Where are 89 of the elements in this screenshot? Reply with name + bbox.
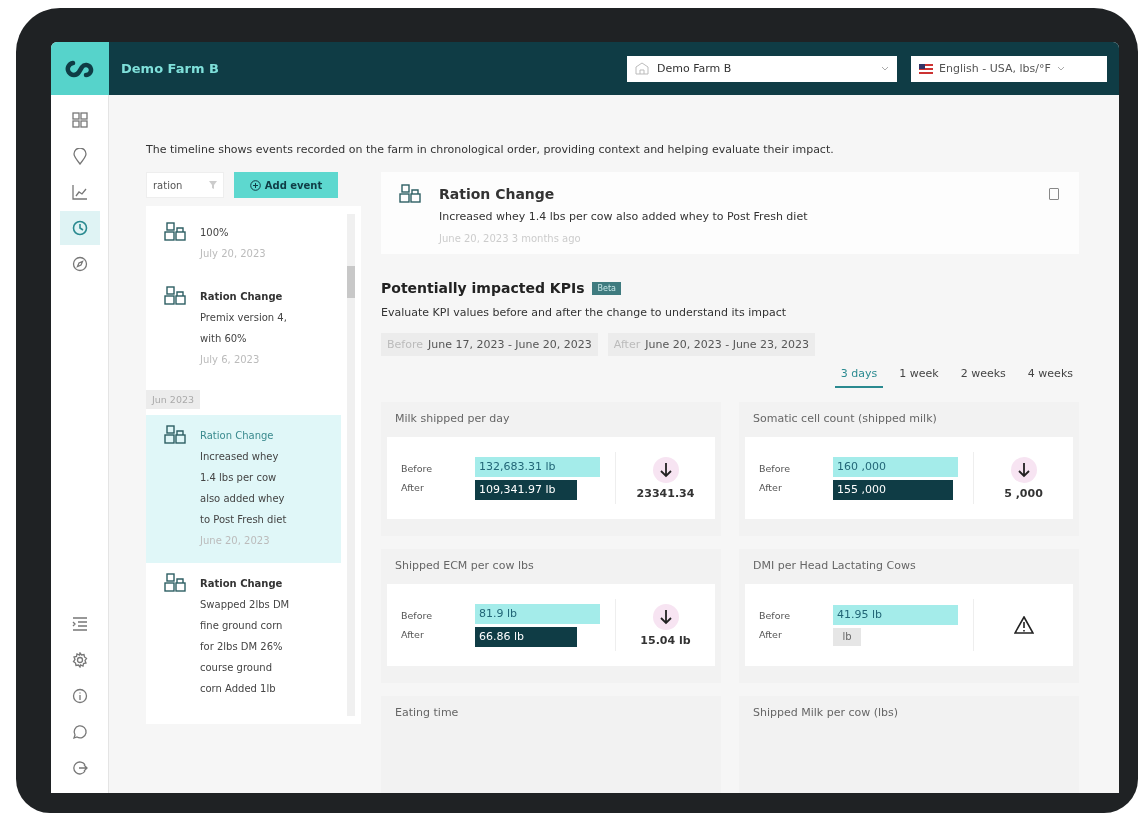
event-text: course ground <box>200 661 273 675</box>
event-text: corn Added 1lb <box>200 682 277 696</box>
chevron-down-icon <box>1056 66 1065 71</box>
event-text: also added whey <box>200 492 286 506</box>
timeline-event[interactable]: 100% July 20, 2023 <box>146 212 341 276</box>
delete-icon[interactable] <box>1049 188 1059 200</box>
event-date: July 6, 2023 <box>200 353 261 367</box>
filter-select[interactable]: ration <box>146 172 224 198</box>
event-title: Ration Change <box>200 429 275 443</box>
cloud-logo-icon <box>65 59 95 78</box>
logout-icon <box>71 760 88 776</box>
after-label: After <box>759 629 783 640</box>
kpi-title: Shipped ECM per cow lbs <box>394 558 535 574</box>
event-text: Increased whey <box>200 450 280 464</box>
before-label: Before <box>401 463 434 474</box>
before-bar: 41.95 lb <box>833 604 958 625</box>
timeline-event[interactable]: Ration Change Premix version 4, with 60% July 6, 2023 <box>146 276 341 382</box>
change-value: 23341.34 <box>636 486 695 500</box>
clock-icon <box>71 220 88 236</box>
before-bar: 160 ,000 <box>833 456 958 477</box>
before-label: Before <box>759 463 792 474</box>
event-title: Ration Change <box>439 186 556 202</box>
feed-bins-icon <box>399 184 421 204</box>
kpi-title: Somatic cell count (shipped milk) <box>752 411 938 427</box>
add-event-button[interactable]: Add event <box>234 172 338 198</box>
after-bar: 66.86 lb <box>475 626 578 647</box>
event-title: Ration Change <box>200 577 284 591</box>
event-date: June 20, 2023 <box>200 534 271 548</box>
before-label: Before <box>401 610 434 621</box>
info-icon <box>71 688 88 704</box>
sidebar-item[interactable] <box>59 211 100 245</box>
after-label: After <box>401 629 425 640</box>
farm-title: Demo Farm B <box>121 61 220 76</box>
farm-select[interactable]: Demo Farm B <box>627 55 897 82</box>
period-tab[interactable]: 3 days <box>834 364 884 388</box>
plus-circle-icon <box>249 179 261 191</box>
scrollbar[interactable] <box>347 214 355 716</box>
page-description: The timeline shows events recorded on the farm in chronological order, providing context and helping evaluate their impact. <box>146 143 835 156</box>
beta-badge: Beta <box>592 281 621 295</box>
event-date: July 20, 2023 <box>200 247 266 261</box>
event-text: Swapped 2lbs DM <box>200 598 290 612</box>
feed-bins-icon <box>164 425 186 445</box>
event-text: 1.4 lbs per cow <box>200 471 278 485</box>
kpi-title: DMI per Head Lactating Cows <box>752 558 917 574</box>
kpi-title: Shipped Milk per cow (lbs) <box>752 705 900 721</box>
line-chart-icon <box>71 184 88 200</box>
after-label: After <box>759 482 783 493</box>
filter-icon <box>209 181 217 189</box>
settings-icon <box>71 652 88 668</box>
kpi-title: Milk shipped per day <box>394 411 511 427</box>
dashboard-grid-icon <box>71 112 88 128</box>
after-label: After <box>401 482 425 493</box>
feed-bins-icon <box>164 222 186 242</box>
timeline-event[interactable]: Ration Change Swapped 2lbs DM fine ground corn for 2lbs DM 26% course ground corn Added 1lb <box>146 563 341 711</box>
feed-bins-icon <box>164 573 186 593</box>
period-tab[interactable]: 1 week <box>893 364 945 388</box>
before-bar: 81.9 lb <box>475 603 600 624</box>
compass-icon <box>71 256 88 272</box>
event-text: for 2lbs DM 26% <box>200 640 284 654</box>
barn-icon <box>635 62 649 75</box>
event-title: Ration Change <box>200 290 284 304</box>
list-icon <box>71 617 88 631</box>
after-bar: 109,341.97 lb <box>475 479 578 500</box>
period-tab[interactable]: 4 weeks <box>1021 364 1079 388</box>
missing-value: lb <box>833 627 861 646</box>
language-select[interactable]: English - USA, lbs/°F <box>911 55 1107 82</box>
event-text: Increased whey 1.4 lbs per cow also added whey to Post Fresh diet <box>439 210 809 223</box>
kpi-title: Eating time <box>394 705 460 721</box>
chat-icon <box>71 724 88 740</box>
change-value: 5 ,000 <box>1004 486 1043 500</box>
before-label: Before <box>759 610 792 621</box>
location-pin-icon <box>72 147 87 165</box>
warning-icon <box>1013 616 1034 634</box>
section-title: Potentially impacted KPIs <box>381 280 585 296</box>
timeline-event[interactable]: Ration Change Increased whey 1.4 lbs per cow also added whey to Post Fresh diet June 20, 2023 <box>146 415 341 563</box>
month-label: Jun 2023 <box>146 390 201 409</box>
event-text: 100% <box>200 226 230 240</box>
change-value: 15.04 lb <box>640 633 691 647</box>
feed-bins-icon <box>164 286 186 306</box>
event-text: fine ground corn <box>200 619 284 633</box>
flag-icon <box>919 63 933 74</box>
after-bar: 155 ,000 <box>833 479 954 500</box>
period-tab[interactable]: 2 weeks <box>954 364 1012 388</box>
event-text: Premix version 4, <box>200 311 287 325</box>
event-text: to Post Fresh diet <box>200 513 287 527</box>
section-subtitle: Evaluate KPI values before and after the change to understand its impact <box>381 306 787 319</box>
before-bar: 132,683.31 lb <box>475 456 600 477</box>
chevron-down-icon <box>881 66 889 71</box>
event-text: with 60% <box>200 332 248 346</box>
